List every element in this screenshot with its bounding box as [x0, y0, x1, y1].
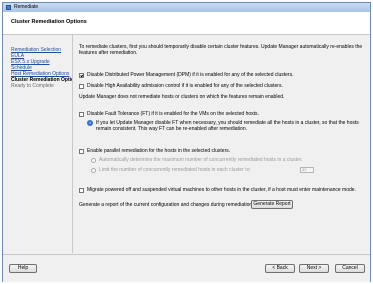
migrate-checkbox[interactable] [79, 188, 84, 193]
options-panel: To remediate clusters, first you should … [73, 35, 370, 253]
wizard-steps-nav: Remediation Selection EULA ESX 5.x Upgra… [3, 35, 73, 253]
page-title: Cluster Remediation Options [11, 19, 87, 25]
back-button[interactable]: < Back [265, 264, 295, 273]
dpm-checkbox[interactable] [79, 73, 84, 78]
note-text: Update Manager does not remediate hosts … [79, 94, 285, 100]
migrate-label: Migrate powered off and suspended virtua… [87, 187, 356, 193]
window-title: Remediate [14, 4, 39, 10]
title-bar: Remediate [3, 3, 370, 12]
next-button[interactable]: Next > [299, 264, 329, 273]
dpm-label: Disable Distributed Power Management (DP… [87, 72, 294, 78]
ft-label: Disable Fault Tolerance (FT) if it is en… [87, 111, 259, 117]
ft-info-text: If you let Update Manager disable FT whe… [96, 120, 359, 132]
ha-label: Disable High Availability admission cont… [87, 83, 283, 89]
remediate-window: Remediate Cluster Remediation Options Re… [2, 2, 371, 282]
cancel-button[interactable]: Cancel [335, 264, 365, 273]
auto-radio[interactable] [91, 158, 96, 163]
help-button[interactable]: Help [9, 264, 37, 273]
wizard-header: Cluster Remediation Options [3, 12, 370, 35]
ha-checkbox[interactable] [79, 84, 84, 89]
ft-checkbox[interactable] [79, 112, 84, 117]
info-icon: i [87, 120, 93, 126]
auto-label: Automatically determine the maximum numb… [99, 157, 303, 163]
intro-text: To remediate clusters, first you should … [79, 44, 363, 56]
wizard-footer: Help < Back Next > Cancel [3, 254, 370, 282]
parallel-checkbox[interactable] [79, 149, 84, 154]
parallel-label: Enable parallel remediation for the host… [87, 148, 231, 154]
nav-item-ready-to-complete: Ready to Complete [11, 83, 54, 89]
generate-report-button[interactable]: Generate Report [251, 200, 293, 209]
limit-spinner[interactable]: 32 [300, 167, 314, 173]
app-icon [6, 5, 11, 10]
limit-radio[interactable] [91, 168, 96, 173]
report-text: Generate a report of the current configu… [79, 202, 254, 208]
limit-label: Limit the number of concurrently remedia… [99, 167, 251, 173]
